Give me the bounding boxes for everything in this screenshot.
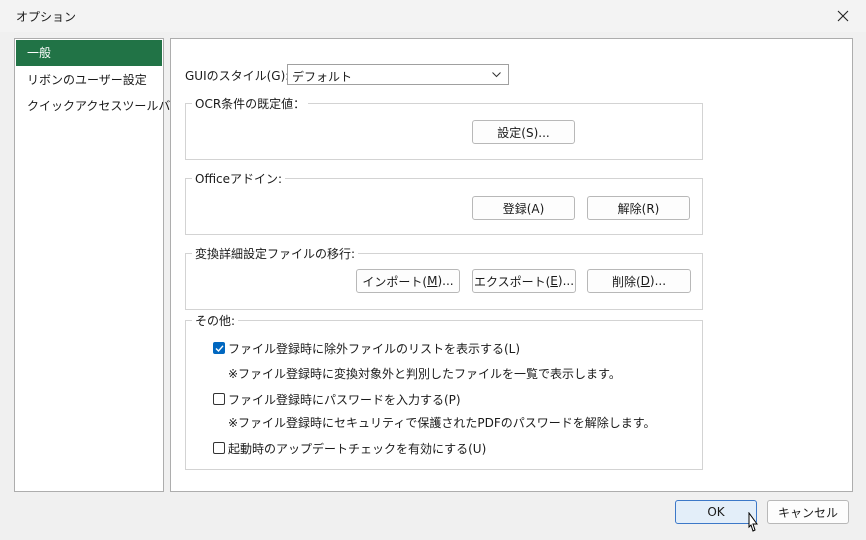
other-options-group: その他: ファイル登録時に除外ファイルのリストを表示する(L) ※ファイル登録時… [185,312,703,470]
import-button[interactable]: インポート(M)... [356,269,460,293]
config-migration-group: 変換詳細設定ファイルの移行: インポート(M)... エクスポート(E)... … [185,245,703,310]
config-migration-title: 変換詳細設定ファイルの移行: [192,245,359,262]
export-button[interactable]: エクスポート(E)... [472,269,576,293]
mouse-pointer-icon [748,512,758,532]
addin-register-button[interactable]: 登録(A) [472,196,575,220]
ask-password-note: ※ファイル登録時にセキュリティで保護されたPDFのパスワードを解除します。 [228,416,656,430]
export-accelerator: E [550,274,558,288]
ocr-defaults-title: OCR条件の既定値： [192,95,309,112]
delete-accelerator: D [640,274,650,288]
ask-password-checkbox[interactable] [213,393,225,405]
gui-style-label: GUIのスタイル(G): [185,69,290,83]
delete-label-prefix: 削除( [611,274,641,289]
show-excluded-files-label[interactable]: ファイル登録時に除外ファイルのリストを表示する(L) [228,340,520,357]
gui-style-value: デフォルト [292,70,353,84]
export-label-prefix: エクスポート( [473,274,551,289]
cancel-button[interactable]: キャンセル [767,500,849,524]
close-icon [837,10,849,22]
show-excluded-files-note: ※ファイル登録時に変換対象外と判別したファイルを一覧で表示します。 [228,367,621,381]
import-label-suffix: )... [437,274,454,288]
ask-password-label[interactable]: ファイル登録時にパスワードを入力する(P) [228,391,461,408]
import-accelerator: M [427,274,438,288]
import-label-prefix: インポート( [362,274,428,289]
ocr-settings-button[interactable]: 設定(S)... [472,120,575,144]
office-addin-group: Officeアドイン: 登録(A) 解除(R) [185,170,703,235]
checkmark-icon [215,345,224,353]
other-options-title: その他: [192,312,239,329]
category-list: 一般 リボンのユーザー設定 クイックアクセスツールバー [14,38,182,492]
sidebar-item-ribbon-customize[interactable]: リボンのユーザー設定 [15,67,163,93]
gui-style-select[interactable]: デフォルト [287,64,509,85]
close-button[interactable] [820,0,866,32]
show-excluded-files-checkbox[interactable] [213,342,225,354]
update-check-label[interactable]: 起動時のアップデートチェックを有効にする(U) [228,440,486,457]
window-title: オプション [16,10,77,24]
addin-unregister-button[interactable]: 解除(R) [587,196,690,220]
sidebar-item-quick-access-toolbar[interactable]: クイックアクセスツールバー [15,93,182,119]
delete-button[interactable]: 削除(D)... [587,269,691,293]
ocr-defaults-group: OCR条件の既定値： 設定(S)... [185,95,703,160]
export-label-suffix: )... [557,274,575,288]
chevron-down-icon [492,72,501,78]
office-addin-title: Officeアドイン: [192,170,286,187]
general-settings-panel: GUIのスタイル(G): デフォルト OCR条件の既定値： 設定(S)... O… [170,38,853,492]
delete-label-suffix: )... [649,274,667,288]
update-check-checkbox[interactable] [213,442,225,454]
sidebar-item-general[interactable]: 一般 [16,40,162,66]
title-bar: オプション [0,0,866,32]
